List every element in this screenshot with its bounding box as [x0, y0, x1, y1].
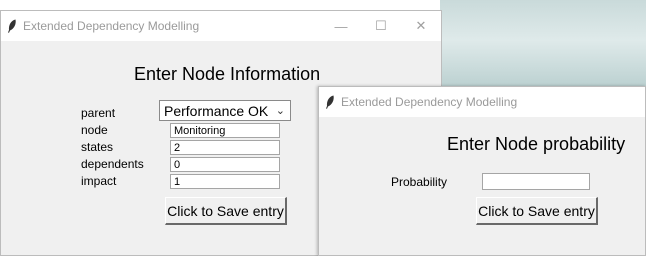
window-title: Extended Dependency Modelling [23, 19, 200, 33]
chevron-down-icon: ⌄ [275, 105, 285, 117]
desktop-background [440, 0, 646, 90]
dependents-input[interactable] [170, 157, 280, 172]
save-entry-button[interactable]: Click to Save entry [165, 197, 287, 225]
probability-input[interactable] [482, 173, 590, 190]
states-input[interactable] [170, 140, 280, 155]
save-entry-button[interactable]: Click to Save entry [476, 197, 598, 225]
window-title: Extended Dependency Modelling [341, 95, 518, 109]
probability-label: Probability [391, 175, 448, 189]
dependents-label: dependents [81, 157, 144, 171]
minimize-button[interactable]: — [321, 11, 361, 41]
maximize-button[interactable]: ☐ [361, 11, 401, 41]
page-heading: Enter Node probability [447, 134, 626, 154]
feather-icon [326, 95, 334, 109]
parent-selected-value: Performance OK [164, 102, 269, 119]
page-heading: Enter Node Information [134, 64, 321, 84]
parent-label: parent [81, 106, 116, 120]
feather-icon [8, 19, 16, 33]
impact-label: impact [81, 174, 117, 188]
node-input[interactable] [170, 123, 280, 138]
title-bar[interactable]: Extended Dependency Modelling [319, 87, 645, 117]
parent-dropdown[interactable]: Performance OK ⌄ [159, 100, 291, 121]
impact-input[interactable] [170, 174, 280, 189]
node-probability-window: Extended Dependency Modelling Enter Node… [318, 86, 646, 256]
close-button[interactable]: ✕ [401, 11, 441, 41]
title-bar[interactable]: Extended Dependency Modelling — ☐ ✕ [1, 11, 441, 41]
node-label: node [81, 123, 108, 137]
states-label: states [81, 140, 114, 154]
